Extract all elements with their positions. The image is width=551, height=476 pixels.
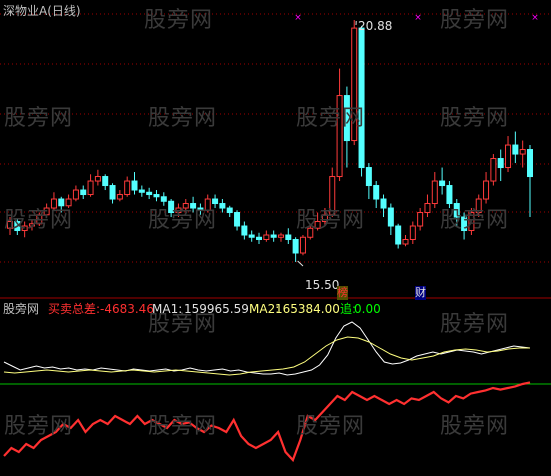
candle-body[interactable] — [497, 158, 504, 169]
indicator-value: -4683.46 — [100, 302, 154, 316]
candle-body[interactable] — [299, 236, 306, 254]
candle-body[interactable] — [72, 189, 79, 200]
ma1-value: 159965.59 — [184, 302, 249, 316]
candle-body[interactable] — [483, 180, 490, 200]
candle-body[interactable] — [153, 194, 160, 198]
zhui-value: 0.00 — [354, 302, 381, 316]
candle-body[interactable] — [146, 191, 153, 196]
ma1-label: MA1: — [152, 302, 183, 316]
indicator-label: 买卖总差: — [48, 302, 101, 316]
candle-body[interactable] — [87, 180, 94, 196]
candle-body[interactable] — [512, 144, 519, 155]
candle-body[interactable] — [395, 225, 402, 245]
watermark: 股旁网 — [440, 106, 510, 131]
candle-body[interactable] — [241, 225, 248, 236]
stock-chart[interactable]: × × × — [0, 0, 551, 476]
candle-body[interactable] — [519, 149, 526, 155]
candle-body[interactable] — [248, 234, 255, 238]
event-marker-label[interactable]: 榜 — [337, 286, 348, 300]
candle-body[interactable] — [402, 239, 409, 245]
candle-body[interactable] — [270, 234, 277, 238]
candle-body[interactable] — [439, 180, 446, 187]
candle-body[interactable] — [505, 144, 512, 169]
candle-body[interactable] — [424, 203, 431, 214]
marker-icon: × — [531, 13, 539, 23]
watermark: 股旁网 — [296, 106, 366, 131]
candle-body[interactable] — [160, 196, 167, 202]
chart-title: 深物业A(日线) — [3, 4, 81, 18]
candle-body[interactable] — [131, 180, 138, 191]
watermark: 股旁网 — [148, 106, 218, 131]
candle-body[interactable] — [94, 176, 101, 182]
candle-body[interactable] — [256, 236, 263, 241]
candle-body[interactable] — [234, 212, 241, 227]
candle-body[interactable] — [431, 180, 438, 205]
candle-body[interactable] — [292, 239, 299, 254]
indicator-name: 股旁网 — [3, 302, 40, 316]
candle-body[interactable] — [219, 203, 226, 209]
candle-body[interactable] — [490, 158, 497, 182]
candle-body[interactable] — [387, 207, 394, 227]
candle-body[interactable] — [358, 27, 365, 169]
watermark: 股旁网 — [296, 208, 366, 233]
candle-body[interactable] — [263, 234, 270, 241]
candle-body[interactable] — [226, 207, 233, 214]
candle-body[interactable] — [116, 194, 123, 200]
candle-body[interactable] — [80, 189, 87, 196]
watermark: 股旁网 — [440, 8, 510, 33]
watermark: 股旁网 — [144, 8, 214, 33]
candle-body[interactable] — [380, 198, 387, 209]
high-price-label: 20.88 — [358, 19, 393, 33]
watermark: 股旁网 — [4, 414, 74, 439]
candle-body[interactable] — [138, 189, 145, 193]
watermark: 股旁网 — [440, 208, 510, 233]
candle-body[interactable] — [409, 225, 416, 241]
candle-body[interactable] — [102, 176, 109, 187]
ma2-value: 165384.00 — [275, 302, 340, 316]
candle-body[interactable] — [417, 212, 424, 227]
watermark: 股旁网 — [4, 106, 74, 131]
event-marker-label[interactable]: 财 — [415, 286, 426, 300]
candle-body[interactable] — [277, 234, 284, 238]
low-price-label: 15.50 — [305, 278, 340, 292]
watermark: 股旁网 — [440, 312, 510, 337]
candle-body[interactable] — [373, 185, 380, 200]
candle-body[interactable] — [124, 180, 131, 196]
candle-body[interactable] — [527, 149, 533, 178]
candle-body[interactable] — [446, 185, 453, 205]
candle-body[interactable] — [365, 167, 372, 187]
marker-icon: × — [294, 13, 302, 23]
watermark: 股旁网 — [148, 414, 218, 439]
candle-body[interactable] — [109, 185, 116, 200]
watermark: 股旁网 — [296, 414, 366, 439]
watermark: 股旁网 — [4, 208, 74, 233]
watermark: 股旁网 — [148, 208, 218, 233]
watermark: 股旁网 — [440, 414, 510, 439]
candle-body[interactable] — [285, 234, 292, 241]
marker-icon: × — [414, 13, 422, 23]
